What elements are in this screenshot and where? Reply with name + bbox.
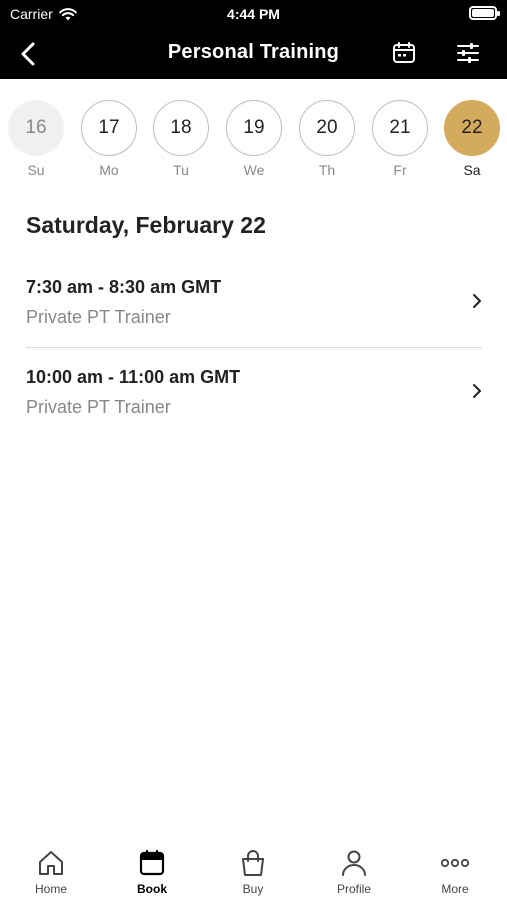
day-number: 22: [444, 100, 500, 156]
ellipsis-icon: [440, 858, 470, 868]
calendar-button[interactable]: [389, 38, 419, 68]
session-row[interactable]: 10:00 am - 11:00 am GMT Private PT Train…: [26, 367, 482, 445]
session-trainer: Private PT Trainer: [26, 397, 171, 417]
house-icon: [39, 851, 63, 875]
day-weekday: Mo: [99, 162, 119, 178]
tab-profile[interactable]: Profile: [314, 848, 394, 896]
session-divider: [26, 347, 482, 348]
day-weekday: Su: [27, 162, 45, 178]
date-strip: 16 Su 17 Mo 18 Tu 19 We 20 Th 21 Fr 22 S…: [0, 100, 507, 185]
day-number: 19: [226, 100, 282, 156]
day-weekday: We: [243, 162, 265, 178]
day-19[interactable]: 19 We: [226, 100, 282, 178]
sliders-icon: [457, 43, 479, 63]
session-time: 10:00 am - 11:00 am GMT: [26, 367, 241, 387]
day-18[interactable]: 18 Tu: [153, 100, 209, 178]
tab-more[interactable]: More: [415, 848, 495, 896]
page-title: Personal Training: [167, 41, 340, 63]
tab-bar: Home Book Buy Profile More: [0, 838, 507, 900]
status-bar: Carrier 4:44 PM: [0, 0, 507, 28]
nav-bar: Personal Training: [0, 28, 507, 79]
selected-date-heading: Saturday, February 22: [26, 212, 266, 238]
status-time: 4:44 PM: [227, 6, 280, 22]
tab-label: Book: [137, 882, 167, 896]
tab-home[interactable]: Home: [11, 848, 91, 896]
tab-book[interactable]: Book: [112, 848, 192, 896]
day-22[interactable]: 22 Sa: [444, 100, 500, 178]
tab-buy[interactable]: Buy: [213, 848, 293, 896]
day-20[interactable]: 20 Th: [299, 100, 355, 178]
day-17[interactable]: 17 Mo: [81, 100, 137, 178]
day-number: 20: [299, 100, 355, 156]
chevron-right-icon: [470, 291, 484, 311]
day-weekday: Sa: [463, 162, 481, 178]
chevron-right-icon: [470, 381, 484, 401]
tab-label: More: [441, 882, 469, 896]
session-trainer: Private PT Trainer: [26, 307, 171, 327]
filter-button[interactable]: [453, 38, 483, 68]
day-21[interactable]: 21 Fr: [372, 100, 428, 178]
tab-label: Home: [34, 882, 67, 896]
session-row[interactable]: 7:30 am - 8:30 am GMT Private PT Trainer: [26, 277, 482, 355]
day-number: 16: [8, 100, 64, 156]
day-weekday: Tu: [173, 162, 189, 178]
day-number: 21: [372, 100, 428, 156]
day-16[interactable]: 16 Su: [8, 100, 64, 178]
calendar-icon: [393, 42, 415, 63]
calendar-icon: [139, 849, 165, 876]
tab-label: Profile: [336, 882, 371, 896]
day-weekday: Fr: [393, 162, 407, 178]
session-time: 7:30 am - 8:30 am GMT: [26, 277, 222, 297]
tab-label: Buy: [242, 882, 264, 896]
battery-icon: [469, 6, 500, 20]
day-number: 17: [81, 100, 137, 156]
shopping-bag-icon: [242, 850, 264, 876]
person-icon: [342, 850, 366, 876]
day-weekday: Th: [318, 162, 336, 178]
day-number: 18: [153, 100, 209, 156]
